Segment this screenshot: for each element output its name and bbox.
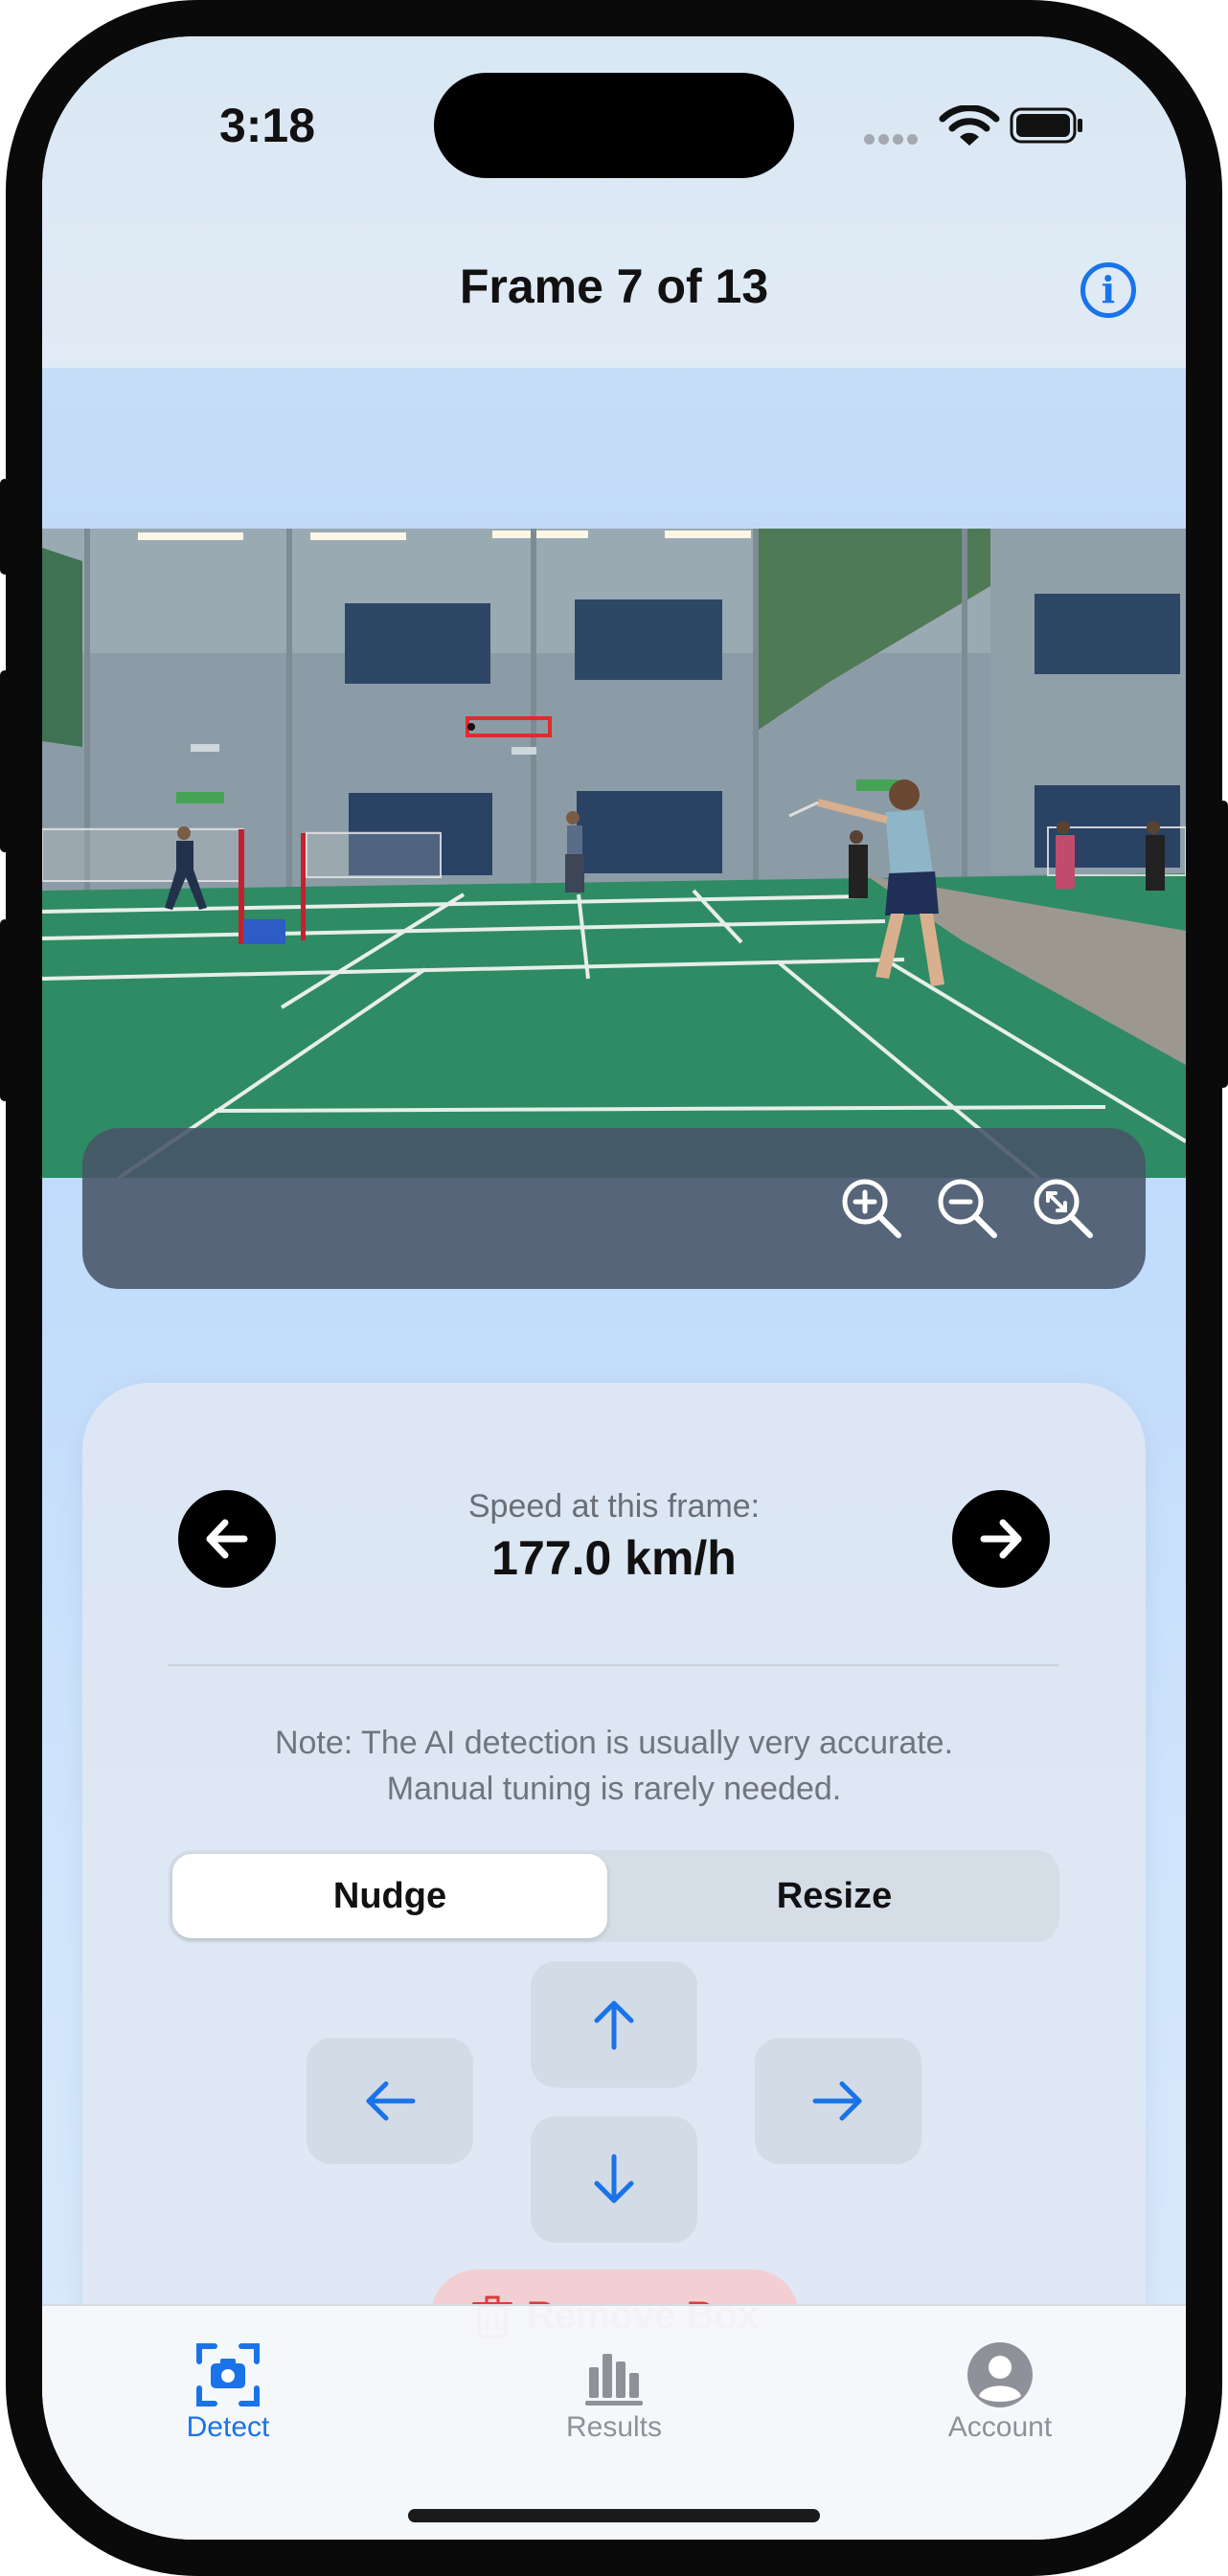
nudge-down-button[interactable] (531, 2116, 697, 2243)
power-button (1218, 801, 1228, 1088)
person-icon (967, 2342, 1033, 2407)
note-line-2: Manual tuning is rarely needed. (386, 1771, 842, 1807)
accuracy-note: Note: The AI detection is usually very a… (42, 1720, 1186, 1812)
page-title: Frame 7 of 13 (459, 260, 769, 313)
camera-icon (196, 2343, 260, 2407)
divider (169, 1664, 1059, 1666)
screen: 3:18 Frame 7 of 13 i Speed at this frame… (42, 36, 1186, 2540)
nudge-up-button[interactable] (531, 1961, 697, 2088)
arrow-up-icon (594, 2000, 634, 2050)
zoom-in-icon[interactable] (839, 1176, 902, 1239)
wifi-icon (939, 105, 1000, 146)
nudge-right-button[interactable] (755, 2038, 921, 2164)
tab-results-label: Results (565, 2411, 663, 2443)
tab-detect-label: Detect (186, 2411, 270, 2443)
bar-chart-icon (585, 2354, 643, 2406)
speed-value: 177.0 km/h (491, 1531, 737, 1585)
action-button (0, 479, 10, 575)
dynamic-island (434, 73, 794, 178)
tab-account-label: Account (947, 2411, 1053, 2443)
home-indicator (408, 2509, 820, 2522)
segment-nudge[interactable]: Nudge (172, 1854, 607, 1938)
status-time: 3:18 (218, 99, 316, 152)
zoom-out-icon[interactable] (935, 1176, 998, 1239)
volume-down-button (0, 919, 10, 1101)
tab-account[interactable]: Account (895, 2319, 1105, 2453)
tab-results[interactable]: Results (509, 2319, 719, 2453)
battery-icon (1010, 107, 1082, 144)
arrow-down-icon (594, 2154, 634, 2203)
arrow-right-icon (812, 2081, 862, 2121)
video-frame (42, 529, 1186, 1178)
volume-up-button (0, 670, 10, 852)
nudge-left-button[interactable] (307, 2038, 473, 2164)
note-line-1: Note: The AI detection is usually very a… (274, 1725, 954, 1761)
segment-resize[interactable]: Resize (613, 1854, 1056, 1938)
speed-label: Speed at this frame: (467, 1488, 761, 1525)
info-icon[interactable]: i (1080, 262, 1136, 318)
mode-segmented-control: Nudge Resize (169, 1850, 1059, 1942)
arrow-left-icon (366, 2081, 416, 2121)
badminton-court-image (42, 529, 1186, 1178)
tab-detect[interactable]: Detect (123, 2319, 333, 2453)
zoom-fit-icon[interactable] (1031, 1176, 1094, 1239)
cellular-signal-icon (864, 132, 921, 149)
